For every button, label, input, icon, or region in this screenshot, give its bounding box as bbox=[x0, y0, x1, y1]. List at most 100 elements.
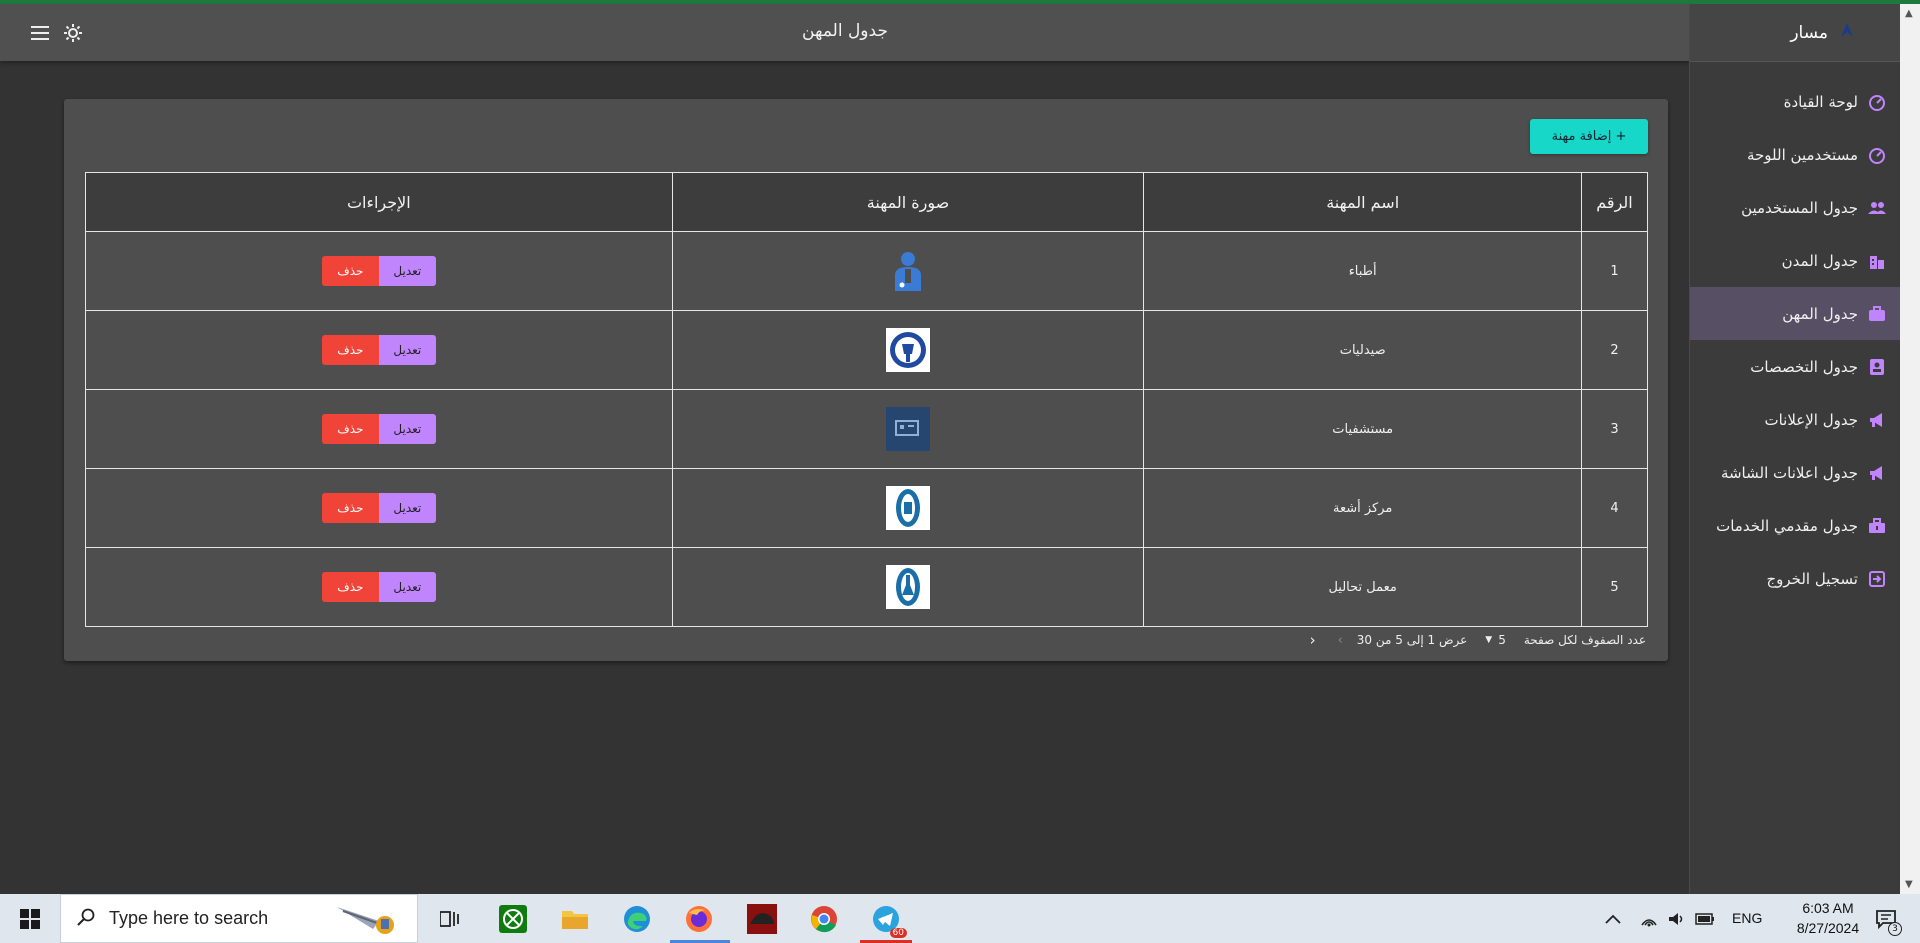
add-profession-button[interactable]: إضافة مهنة + bbox=[1530, 119, 1648, 154]
sidebar-item-users[interactable]: جدول المستخدمين bbox=[1690, 181, 1900, 234]
dashboard-icon bbox=[1869, 94, 1885, 111]
briefcase-icon bbox=[1869, 305, 1885, 321]
brand-logo-icon bbox=[1838, 21, 1856, 44]
search-icon bbox=[77, 908, 95, 930]
chrome-icon[interactable] bbox=[807, 902, 841, 936]
notifications-icon[interactable]: 3 bbox=[1866, 902, 1906, 936]
sidebar-item-dashboard[interactable]: لوحة القيادة bbox=[1690, 75, 1900, 128]
rows-per-page-select[interactable]: 5 ▼ bbox=[1485, 633, 1506, 647]
sidebar-item-label: جدول التخصصات bbox=[1750, 357, 1858, 376]
column-header-number[interactable]: الرقم bbox=[1581, 172, 1648, 232]
row-image-cell bbox=[671, 389, 1145, 469]
taskbar-search[interactable]: Type here to search bbox=[60, 894, 418, 943]
edit-button[interactable]: تعديل bbox=[378, 335, 436, 365]
column-header-actions: الإجراءات bbox=[85, 172, 673, 232]
volume-icon[interactable] bbox=[1666, 902, 1688, 936]
row-name: صيدليات bbox=[1143, 310, 1583, 390]
toolbox-icon bbox=[1869, 517, 1885, 533]
column-header-name[interactable]: اسم المهنة bbox=[1143, 172, 1583, 232]
sidebar-item-professions[interactable]: جدول المهن bbox=[1690, 287, 1900, 340]
row-number: 1 bbox=[1581, 231, 1648, 311]
users-icon bbox=[1868, 201, 1886, 214]
row-actions: تعديل حذف bbox=[85, 389, 673, 469]
radiology-icon bbox=[885, 486, 930, 530]
row-name: مستشفيات bbox=[1143, 389, 1583, 469]
game-app-icon[interactable] bbox=[745, 902, 779, 936]
xbox-icon[interactable] bbox=[496, 902, 530, 936]
row-actions: تعديل حذف bbox=[85, 231, 673, 311]
table-row: 5 معمل تحاليل تعديل حذف bbox=[85, 547, 1648, 627]
table-row: 4 مركز أشعة تعديل حذف bbox=[85, 468, 1648, 548]
notification-count: 3 bbox=[1888, 922, 1902, 936]
page-range-text: عرض 1 إلى 5 من 30 bbox=[1356, 633, 1468, 647]
app-bar: جدول المهن bbox=[0, 4, 1690, 61]
row-number: 2 bbox=[1581, 310, 1648, 390]
sidebar-item-screen-ads[interactable]: جدول اعلانات الشاشة bbox=[1690, 446, 1900, 499]
rows-per-page-value: 5 bbox=[1498, 633, 1506, 647]
network-icon[interactable] bbox=[1638, 902, 1660, 936]
row-number: 4 bbox=[1581, 468, 1648, 548]
dashboard-icon bbox=[1869, 147, 1885, 164]
sidebar-item-label: جدول اعلانات الشاشة bbox=[1720, 463, 1858, 482]
sidebar-item-ads[interactable]: جدول الإعلانات bbox=[1690, 393, 1900, 446]
edit-button[interactable]: تعديل bbox=[378, 493, 436, 523]
delete-button[interactable]: حذف bbox=[321, 335, 379, 365]
megaphone-icon bbox=[1870, 465, 1882, 480]
sidebar-item-label: تسجيل الخروج bbox=[1766, 569, 1858, 588]
sidebar-item-label: جدول المستخدمين bbox=[1741, 198, 1858, 217]
firefox-icon[interactable] bbox=[682, 902, 716, 936]
page-title: جدول المهن bbox=[802, 21, 888, 41]
sidebar: مسار لوحة القيادة مستخدمين اللوحة جدول ا… bbox=[1689, 4, 1900, 894]
windows-taskbar: Type here to search 60 ENG 6:03 AM 8/27/… bbox=[0, 894, 1920, 943]
row-actions: تعديل حذف bbox=[85, 310, 673, 390]
delete-button[interactable]: حذف bbox=[321, 572, 379, 602]
sidebar-brand[interactable]: مسار bbox=[1690, 4, 1900, 62]
row-image-cell bbox=[671, 547, 1145, 627]
delete-button[interactable]: حذف bbox=[321, 493, 379, 523]
id-badge-icon bbox=[1870, 358, 1884, 375]
sidebar-item-cities[interactable]: جدول المدن bbox=[1690, 234, 1900, 287]
row-image-cell bbox=[671, 231, 1145, 311]
windows-start-icon[interactable] bbox=[13, 902, 47, 936]
search-placeholder: Type here to search bbox=[109, 908, 269, 928]
edit-button[interactable]: تعديل bbox=[378, 256, 436, 286]
language-indicator[interactable]: ENG bbox=[1732, 910, 1762, 926]
telegram-icon[interactable]: 60 bbox=[869, 902, 907, 938]
sidebar-item-label: جدول الإعلانات bbox=[1764, 410, 1858, 429]
search-highlight-icon bbox=[333, 901, 403, 941]
edit-button[interactable]: تعديل bbox=[378, 414, 436, 444]
table-row: 2 صيدليات تعديل حذف bbox=[85, 310, 1648, 390]
rows-per-page-label: عدد الصفوف لكل صفحة bbox=[1523, 633, 1646, 647]
brand-name: مسار bbox=[1790, 22, 1828, 43]
sidebar-item-logout[interactable]: تسجيل الخروج bbox=[1690, 552, 1900, 605]
battery-icon[interactable] bbox=[1694, 902, 1716, 936]
table-header-row: الرقم اسم المهنة صورة المهنة الإجراءات bbox=[85, 172, 1648, 232]
scroll-up-icon[interactable]: ▲ bbox=[1905, 8, 1913, 19]
pharmacy-icon bbox=[885, 328, 930, 372]
logout-icon bbox=[1869, 570, 1885, 587]
next-page-icon[interactable]: ‹ bbox=[1310, 631, 1316, 649]
sidebar-item-panel-users[interactable]: مستخدمين اللوحة bbox=[1690, 128, 1900, 181]
previous-page-icon[interactable]: › bbox=[1338, 633, 1343, 648]
edit-button[interactable]: تعديل bbox=[378, 572, 436, 602]
sidebar-item-service-providers[interactable]: جدول مقدمي الخدمات bbox=[1690, 499, 1900, 552]
sidebar-item-specialties[interactable]: جدول التخصصات bbox=[1690, 340, 1900, 393]
task-view-icon[interactable] bbox=[433, 902, 467, 936]
delete-button[interactable]: حذف bbox=[321, 256, 379, 286]
delete-button[interactable]: حذف bbox=[321, 414, 379, 444]
page-scrollbar[interactable]: ▲ ▼ bbox=[1900, 4, 1920, 894]
pagination: عدد الصفوف لكل صفحة 5 ▼ عرض 1 إلى 5 من 3… bbox=[1310, 631, 1646, 649]
file-explorer-icon[interactable] bbox=[558, 902, 592, 936]
city-icon bbox=[1870, 255, 1884, 269]
show-hidden-icons-icon[interactable] bbox=[1602, 902, 1624, 936]
row-number: 3 bbox=[1581, 389, 1648, 469]
lab-icon bbox=[885, 565, 930, 609]
chevron-down-icon: ▼ bbox=[1485, 635, 1493, 645]
scroll-down-icon[interactable]: ▼ bbox=[1905, 879, 1913, 890]
table-row: 3 مستشفيات تعديل حذف bbox=[85, 389, 1648, 469]
column-header-image[interactable]: صورة المهنة bbox=[671, 172, 1145, 232]
row-image-cell bbox=[671, 310, 1145, 390]
edge-icon[interactable] bbox=[620, 902, 654, 936]
sidebar-item-label: مستخدمين اللوحة bbox=[1746, 145, 1858, 164]
table-row: 1 أطباء تعديل حذف bbox=[85, 231, 1648, 311]
